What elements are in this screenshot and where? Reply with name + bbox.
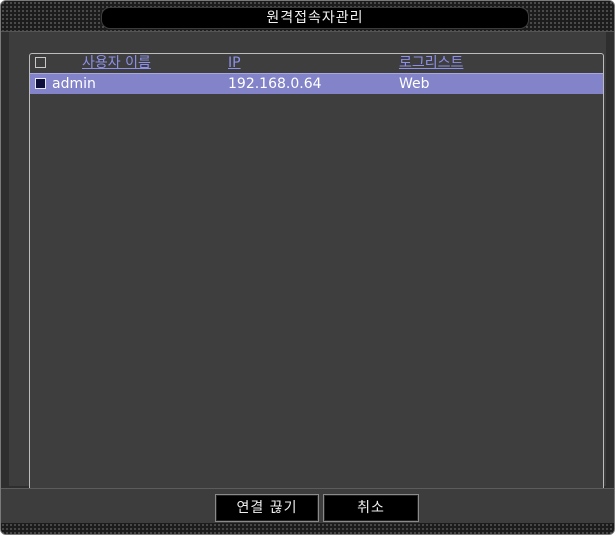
dialog-content: 사용자 이름 IP 로그리스트 admin 192.168.0.64 Web	[9, 32, 606, 504]
dialog-title: 원격접속자관리	[101, 7, 529, 29]
column-header-login-type[interactable]: 로그리스트	[399, 54, 463, 72]
cancel-button[interactable]: 취소	[323, 494, 419, 522]
remote-user-list: 사용자 이름 IP 로그리스트 admin 192.168.0.64 Web	[29, 53, 604, 504]
title-bar: 원격접속자관리	[1, 1, 614, 32]
dialog-footer: 연결 끊기 취소	[1, 488, 614, 534]
bottom-border	[1, 523, 614, 534]
disconnect-button[interactable]: 연결 끊기	[215, 494, 319, 522]
table-row[interactable]: admin 192.168.0.64 Web	[30, 73, 603, 94]
select-all-checkbox[interactable]	[35, 57, 46, 68]
cell-ip: 192.168.0.64	[228, 76, 322, 92]
list-header: 사용자 이름 IP 로그리스트	[30, 54, 603, 73]
cell-user: admin	[52, 76, 96, 92]
row-checkbox[interactable]	[35, 78, 46, 89]
remote-user-dialog: 원격접속자관리 사용자 이름 IP 로그리스트 admin 192.168.0.…	[0, 0, 615, 535]
column-header-user[interactable]: 사용자 이름	[82, 54, 151, 72]
cell-login-type: Web	[399, 76, 430, 92]
column-header-ip[interactable]: IP	[228, 54, 241, 72]
